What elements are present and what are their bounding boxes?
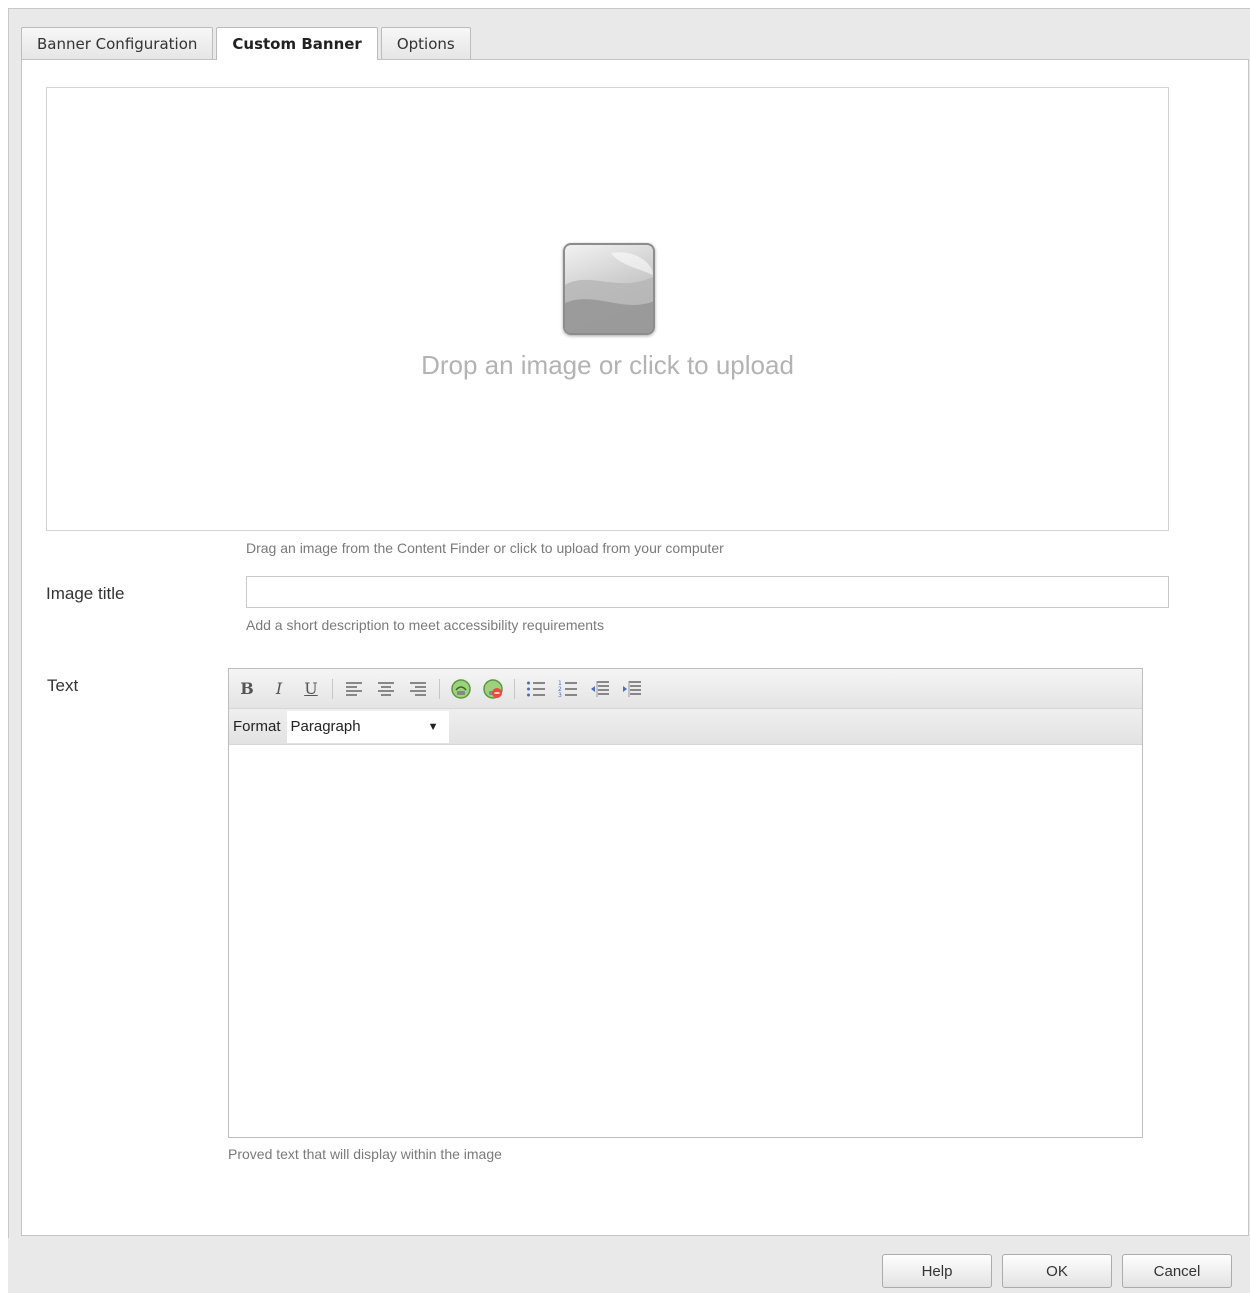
align-left-icon[interactable] <box>343 678 365 700</box>
image-title-input[interactable] <box>246 576 1169 608</box>
align-right-icon[interactable] <box>407 678 429 700</box>
tab-banner-configuration[interactable]: Banner Configuration <box>21 27 214 59</box>
text-label: Text <box>47 676 79 695</box>
dropzone-text: Drop an image or click to upload <box>421 350 794 380</box>
help-button[interactable]: Help <box>882 1254 992 1288</box>
unlink-icon[interactable] <box>482 678 504 700</box>
rte-toolbar: B I U 1 2 3 <box>229 669 1142 709</box>
italic-icon[interactable]: I <box>268 678 290 700</box>
ok-button[interactable]: OK <box>1002 1254 1112 1288</box>
cancel-button[interactable]: Cancel <box>1122 1254 1232 1288</box>
indent-icon[interactable] <box>621 678 643 700</box>
format-label: Format <box>233 718 281 735</box>
format-select[interactable]: Paragraph ▼ <box>286 710 449 743</box>
image-placeholder-icon <box>563 243 655 335</box>
image-dropzone[interactable]: Drop an image or click to upload <box>46 87 1169 531</box>
toolbar-divider <box>439 678 440 699</box>
align-center-icon[interactable] <box>375 678 397 700</box>
toolbar-divider <box>332 678 333 699</box>
link-icon[interactable] <box>450 678 472 700</box>
rte-format-bar: Format Paragraph ▼ <box>229 709 1142 745</box>
outdent-icon[interactable] <box>589 678 611 700</box>
image-title-hint: Add a short description to meet accessib… <box>246 617 604 633</box>
svg-text:3: 3 <box>558 692 562 698</box>
toolbar-divider <box>514 678 515 699</box>
underline-icon[interactable]: U <box>300 678 322 700</box>
tab-panel-custom-banner: Drop an image or click to upload Drag an… <box>21 59 1249 1236</box>
numbered-list-icon[interactable]: 123 <box>557 678 579 700</box>
tab-custom-banner[interactable]: Custom Banner <box>216 27 378 60</box>
rte-content-area[interactable] <box>229 747 1142 1137</box>
text-hint: Proved text that will display within the… <box>228 1146 502 1162</box>
bulleted-list-icon[interactable] <box>525 678 547 700</box>
format-select-value: Paragraph <box>290 718 361 735</box>
dropzone-hint: Drag an image from the Content Finder or… <box>246 540 724 556</box>
dialog: Banner Configuration Custom Banner Optio… <box>8 8 1250 1293</box>
chevron-down-icon: ▼ <box>427 720 439 733</box>
tab-options[interactable]: Options <box>380 27 471 59</box>
bold-icon[interactable]: B <box>236 678 258 700</box>
dialog-footer: Help OK Cancel <box>8 1238 1250 1293</box>
image-title-label: Image title <box>46 584 125 603</box>
tab-bar: Banner Configuration Custom Banner Optio… <box>21 27 1250 60</box>
rich-text-editor: B I U 1 2 3 Format Paragraph ▼ <box>228 668 1143 1138</box>
